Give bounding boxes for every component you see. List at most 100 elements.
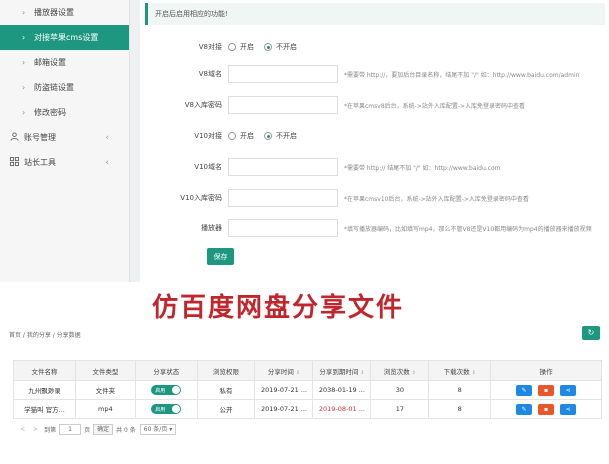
v8-key-input[interactable] (228, 96, 338, 114)
table-header-row: 文件名称 文件类型 分享状态 浏览权限 分享时间 ⇕ 分享到期时间 ⇕ 浏览次数 ⇕ … (13, 360, 602, 381)
goto-label: 到第 (44, 427, 57, 434)
radio-icon (228, 43, 236, 51)
col-header-sortable[interactable]: 浏览次数 ⇕ (370, 360, 430, 381)
chevron-right-icon: › (22, 33, 26, 42)
sort-icon: ⇕ (411, 369, 416, 376)
player-label: 播放器 (201, 224, 222, 232)
share-icon: ⋖ (565, 386, 571, 394)
col-header: 文件类型 (74, 360, 136, 381)
sidebar-item-label: 账号管理 (24, 133, 56, 142)
v8-domain-label: V8域名 (198, 70, 222, 78)
player-hint: *填写播放器编码，比如填写mp4，那么不管V8还是V10都用编码为mp4的播放器… (344, 225, 592, 233)
chevron-left-icon: ‹ (105, 157, 109, 168)
v10-domain-input[interactable] (228, 158, 338, 176)
v10-radio-on[interactable]: 开启 (228, 131, 254, 141)
v8-key-hint: *在苹果cmsv8后台，系统->站外入库配置->入库免登录密码中查看 (344, 102, 526, 110)
radio-checked-icon (264, 132, 272, 140)
prev-page-button[interactable]: < (20, 426, 25, 433)
v8-domain-hint: *需要带 http://，要加后台目录名称，结尾不加 "/" 如：http://… (344, 71, 580, 79)
sidebar-item-account-management[interactable]: 账号管理 ‹ (0, 125, 129, 150)
cell-file-type: mp4 (74, 399, 136, 419)
per-page-value: 60 条/页 (143, 426, 168, 433)
page: › 播放器设置 › 对接苹果cms设置 › 邮箱设置 › 防盗链设置 › 修改密… (0, 0, 609, 464)
v8-radio-off[interactable]: 不开启 (264, 42, 297, 52)
table-row: 九州飘渺录 文件夹 启用 私有 2019-07-21 ... 2038-01-1… (13, 380, 602, 400)
per-page-select[interactable]: 60 条/页 ▾ (139, 424, 177, 435)
share-button[interactable]: ⋖ (560, 403, 577, 415)
share-icon: ⋖ (565, 405, 571, 413)
share-status-toggle[interactable]: 启用 (151, 404, 182, 414)
v8-key-label: V8入库密码 (184, 101, 222, 109)
breadcrumb: 首页 / 我的分享 / 分享数据 (9, 332, 81, 339)
delete-button[interactable]: ▪ (538, 384, 555, 396)
sidebar-item-label: 修改密码 (34, 108, 66, 117)
refresh-button[interactable]: ↻ (582, 326, 600, 340)
sidebar-item-hotlink-settings[interactable]: › 防盗链设置 (0, 75, 129, 100)
refresh-icon: ↻ (587, 328, 595, 337)
edit-button[interactable]: ✎ (516, 384, 532, 396)
v8-domain-input[interactable] (228, 65, 338, 83)
page-number-input[interactable]: 1 (59, 424, 82, 435)
v8-key-row: V8入库密码 *在苹果cmsv8后台，系统->站外入库配置->入库免登录密码中查… (140, 95, 525, 115)
settings-panel: › 播放器设置 › 对接苹果cms设置 › 邮箱设置 › 防盗链设置 › 修改密… (0, 0, 609, 282)
radio-label: 开启 (240, 132, 254, 140)
v10-domain-label: V10域名 (194, 163, 222, 171)
delete-button[interactable]: ▪ (538, 403, 555, 415)
share-status-toggle[interactable]: 启用 (151, 385, 182, 395)
col-header-label: 分享时间 (267, 367, 294, 376)
cell-permission: 私有 (196, 380, 256, 400)
sidebar-item-cms-settings[interactable]: › 对接苹果cms设置 (0, 25, 129, 50)
sidebar-item-email-settings[interactable]: › 邮箱设置 (0, 50, 129, 75)
radio-label: 不开启 (276, 132, 297, 140)
col-header: 操作 (490, 360, 602, 381)
cell-file-type: 文件夹 (74, 380, 136, 400)
col-header-label: 浏览次数 (383, 367, 410, 376)
radio-checked-icon (264, 43, 272, 51)
radio-label: 不开启 (276, 43, 297, 51)
pencil-icon: ✎ (521, 386, 527, 394)
share-table: 文件名称 文件类型 分享状态 浏览权限 分享时间 ⇕ 分享到期时间 ⇕ 浏览次数 ⇕ … (13, 360, 602, 419)
cell-file-name: 学猫叫 官方... (13, 399, 76, 419)
edit-button[interactable]: ✎ (516, 403, 532, 415)
col-header-label: 分享到期时间 (319, 367, 359, 376)
trash-icon: ▪ (544, 386, 549, 394)
table-row: 学猫叫 官方... mp4 启用 公开 2019-07-21 ... 2019-… (13, 399, 602, 419)
cell-share-time: 2019-07-21 ... (254, 380, 314, 400)
cms-settings-form: 开启后启用相应的功能! V8对接 开启 不开启 V8域名 *需要带 http:/… (140, 0, 609, 282)
col-header: 分享状态 (134, 360, 198, 381)
chevron-left-icon: ‹ (105, 132, 109, 143)
share-button[interactable]: ⋖ (560, 384, 577, 396)
col-header-sortable[interactable]: 分享到期时间 ⇕ (312, 360, 372, 381)
toggle-label: 启用 (155, 406, 166, 413)
sidebar-item-webmaster-tools[interactable]: 站长工具 ‹ (0, 150, 129, 175)
radio-label: 开启 (240, 43, 254, 51)
save-button[interactable]: 保存 (207, 248, 234, 265)
cell-downloads: 8 (428, 399, 492, 419)
v8-radio-on[interactable]: 开启 (228, 42, 254, 52)
sidebar-item-label: 播放器设置 (34, 8, 74, 17)
v10-key-input[interactable] (228, 189, 338, 207)
col-header-sortable[interactable]: 分享时间 ⇕ (254, 360, 314, 381)
v10-domain-hint: *需要带 http:// 结尾不加 "/" 如：http://www.baidu… (344, 164, 501, 172)
goto-confirm-button[interactable]: 确定 (93, 424, 114, 435)
cell-expire-time: 2038-01-19 ... (312, 380, 372, 400)
sidebar-item-label: 邮箱设置 (34, 58, 66, 67)
sidebar-item-change-password[interactable]: › 修改密码 (0, 100, 129, 125)
cell-downloads: 8 (428, 380, 492, 400)
player-row: 播放器 *填写播放器编码，比如填写mp4，那么不管V8还是V10都用编码为mp4… (140, 218, 592, 238)
cell-actions: ✎ ▪ ⋖ (490, 399, 602, 419)
cell-share-status: 启用 (134, 399, 198, 419)
next-page-button[interactable]: > (33, 426, 38, 433)
sort-icon: ⇕ (360, 369, 365, 376)
v10-switch-label: V10对接 (194, 132, 222, 140)
v10-key-hint: *在苹果cmsv10后台，系统->站外入库配置->入库免登录密码中查看 (344, 195, 529, 203)
cell-permission: 公开 (196, 399, 256, 419)
v10-radio-off[interactable]: 不开启 (264, 131, 297, 141)
chevron-down-icon: ▾ (169, 426, 173, 433)
sort-icon: ⇕ (471, 369, 476, 376)
col-header: 文件名称 (13, 360, 76, 381)
cell-views: 17 (370, 399, 430, 419)
col-header-sortable[interactable]: 下载次数 ⇕ (428, 360, 492, 381)
sidebar-item-player-settings[interactable]: › 播放器设置 (0, 0, 129, 25)
player-input[interactable] (228, 219, 338, 237)
